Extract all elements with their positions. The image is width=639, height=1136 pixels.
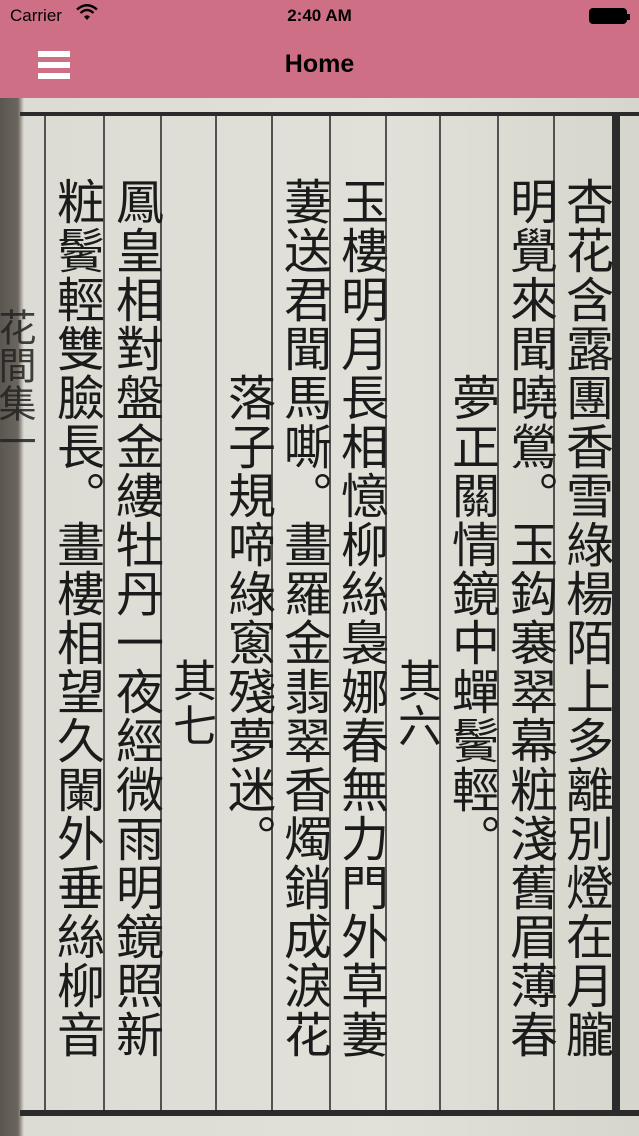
text-column: 玉樓明月長相憶柳絲裊娜春無力門外草萋 — [332, 177, 388, 1059]
page-border-bottom — [20, 1110, 639, 1116]
text-column: 落子規啼綠窻殘夢迷。 — [219, 373, 275, 863]
top-bar: Carrier 2:40 AM Home — [0, 0, 639, 98]
navigation-bar: Home — [0, 34, 639, 98]
battery-icon — [589, 8, 630, 24]
poem-heading: 其七 — [165, 658, 216, 748]
text-column: 杏花含露團香雪綠楊陌上多離別燈在月朧 — [557, 177, 613, 1059]
text-column: 萋送君聞馬嘶。畫羅金翡翠香燭銷成淚花 — [275, 177, 331, 1059]
page-border-right — [612, 112, 620, 1116]
status-bar: Carrier 2:40 AM — [0, 0, 639, 34]
text-column: 明覺來聞曉鶯。玉鈎褰翠幕粧淺舊眉薄春 — [501, 177, 557, 1059]
book-spine-label: 花間集一 — [0, 308, 36, 460]
text-column: 粧鬢輕雙臉長。畫樓相望久闌外垂絲柳音 — [48, 177, 104, 1059]
status-time: 2:40 AM — [287, 6, 352, 25]
text-column: 鳳皇相對盤金縷牡丹一夜經微雨明鏡照新 — [107, 177, 163, 1059]
poem-heading: 其六 — [390, 658, 441, 748]
scanned-page-image: 花間集一 杏花含露團香雪綠楊陌上多離別燈在月朧 明覺來聞曉鶯。玉鈎褰翠幕粧淺舊眉… — [0, 98, 639, 1136]
text-column: 夢正關情鏡中蟬鬢輕。 — [443, 373, 499, 863]
page-title: Home — [284, 50, 355, 78]
